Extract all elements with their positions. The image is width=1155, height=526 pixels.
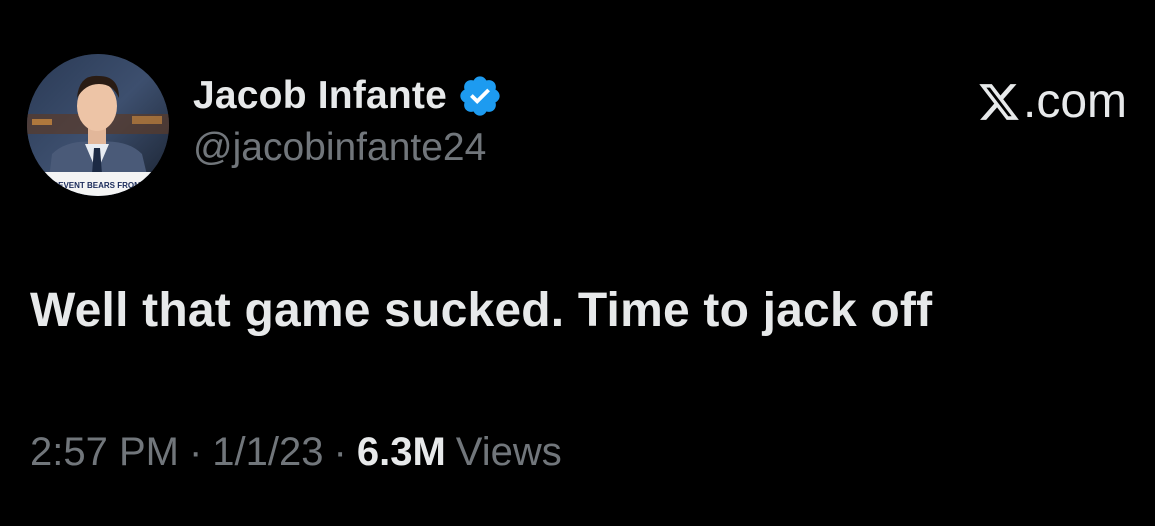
brand-domain-label: .com bbox=[1022, 75, 1127, 128]
author-name-row: Jacob Infante bbox=[193, 72, 503, 120]
avatar-image: PREVENT BEARS FROM LEA bbox=[27, 54, 169, 196]
tweet-card: PREVENT BEARS FROM LEA Jacob Infante @ja… bbox=[0, 0, 1155, 526]
tweet-text: Well that game sucked. Time to jack off bbox=[30, 284, 933, 337]
avatar-banner-text: PREVENT BEARS FROM LEA bbox=[47, 181, 159, 190]
author-name[interactable]: Jacob Infante bbox=[193, 74, 447, 118]
avatar[interactable]: PREVENT BEARS FROM LEA bbox=[27, 54, 169, 196]
x-logo-icon bbox=[979, 83, 1019, 120]
meta-separator: · bbox=[188, 430, 203, 474]
author-block: Jacob Infante @jacobinfante24 bbox=[193, 72, 503, 170]
views-count[interactable]: 6.3M bbox=[357, 430, 446, 475]
verified-badge-icon[interactable] bbox=[457, 73, 503, 119]
tweet-date[interactable]: 1/1/23 bbox=[212, 430, 323, 475]
brand-logo: .com bbox=[977, 74, 1127, 129]
tweet-time[interactable]: 2:57 PM bbox=[30, 430, 179, 475]
tweet-meta: 2:57 PM · 1/1/23 · 6.3M Views bbox=[30, 430, 562, 475]
meta-separator: · bbox=[333, 430, 347, 474]
views-label[interactable]: Views bbox=[456, 430, 562, 475]
author-handle[interactable]: @jacobinfante24 bbox=[193, 126, 503, 170]
